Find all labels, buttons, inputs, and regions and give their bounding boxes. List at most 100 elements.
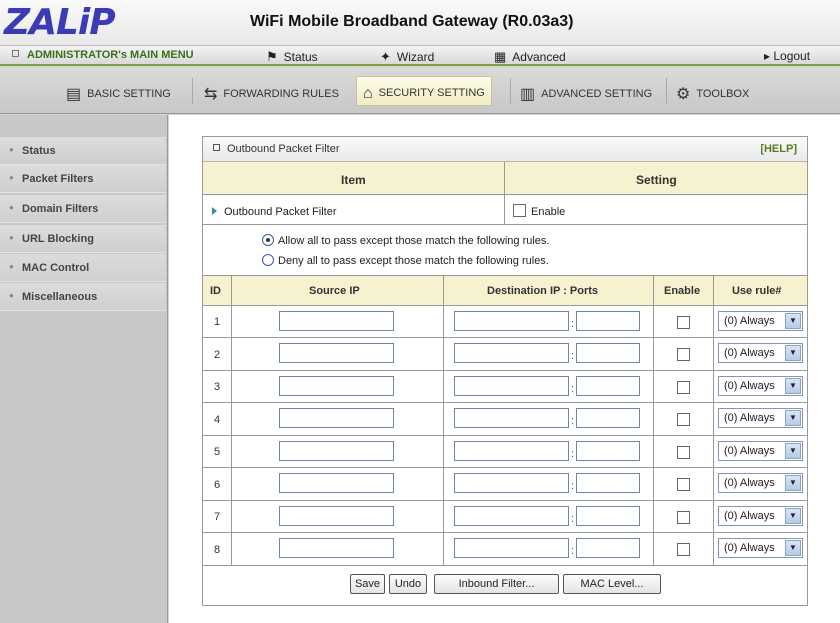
rule-enable-checkbox[interactable] (677, 511, 690, 524)
grid-line (504, 162, 505, 224)
use-rule-select[interactable]: (0) Always ▼ (718, 441, 803, 461)
colon-separator: : (571, 448, 575, 460)
use-rule-value: (0) Always (724, 347, 775, 359)
use-rule-value: (0) Always (724, 510, 775, 522)
sidebar-item-label: MAC Control (22, 262, 90, 274)
source-ip-input[interactable] (279, 311, 394, 331)
help-link[interactable]: [HELP] (760, 143, 797, 155)
chevron-down-icon: ▼ (785, 313, 801, 329)
rule-enable-checkbox[interactable] (677, 381, 690, 394)
grid-line (203, 467, 807, 468)
tab-toolbox[interactable]: ⚙ TOOLBOX (676, 76, 749, 106)
source-ip-input[interactable] (279, 376, 394, 396)
bullet-icon: ● (9, 233, 14, 242)
source-ip-input[interactable] (279, 343, 394, 363)
chevron-down-icon: ▼ (785, 508, 801, 524)
destination-ip-input[interactable] (454, 376, 569, 396)
tab-label: FORWARDING RULES (223, 88, 339, 100)
source-ip-input[interactable] (279, 408, 394, 428)
deny-radio[interactable] (262, 254, 274, 266)
source-ip-input[interactable] (279, 538, 394, 558)
tab-security-setting[interactable]: ⌂ SECURITY SETTING (356, 76, 492, 106)
row-id: 6 (214, 479, 221, 491)
use-rule-value: (0) Always (724, 315, 775, 327)
tab-divider (192, 78, 193, 104)
sidebar-item-miscellaneous[interactable]: ● Miscellaneous (0, 283, 166, 311)
ports-input[interactable] (576, 376, 640, 396)
admin-menu-label: ADMINISTRATOR's MAIN MENU (27, 49, 194, 61)
use-rule-select[interactable]: (0) Always ▼ (718, 408, 803, 428)
square-icon (213, 144, 220, 151)
ports-input[interactable] (576, 441, 640, 461)
sidebar-item-status[interactable]: ● Status (0, 137, 166, 165)
sidebar-item-domain-filters[interactable]: ● Domain Filters (0, 195, 166, 223)
tab-label: SECURITY SETTING (378, 87, 485, 99)
rule-enable-checkbox[interactable] (677, 348, 690, 361)
triangle-right-icon (212, 207, 217, 215)
tab-forwarding-rules[interactable]: ⇆ FORWARDING RULES (204, 76, 339, 106)
ports-input[interactable] (576, 311, 640, 331)
source-ip-input[interactable] (279, 473, 394, 493)
sidebar-item-mac-control[interactable]: ● MAC Control (0, 254, 166, 282)
ports-input[interactable] (576, 408, 640, 428)
ports-input[interactable] (576, 506, 640, 526)
app-title: WiFi Mobile Broadband Gateway (R0.03a3) (250, 13, 574, 30)
destination-ip-input[interactable] (454, 506, 569, 526)
sidebar-item-label: Status (22, 145, 56, 157)
save-button[interactable]: Save (350, 574, 385, 594)
ports-input[interactable] (576, 343, 640, 363)
colon-separator: : (571, 415, 575, 427)
source-ip-input[interactable] (279, 506, 394, 526)
grid-line (203, 224, 807, 225)
chevron-down-icon: ▼ (785, 345, 801, 361)
use-rule-select[interactable]: (0) Always ▼ (718, 506, 803, 526)
admin-main-menu[interactable]: ADMINISTRATOR's MAIN MENU (12, 49, 194, 61)
rule-enable-checkbox[interactable] (677, 478, 690, 491)
use-rule-select[interactable]: (0) Always ▼ (718, 538, 803, 558)
use-rule-select[interactable]: (0) Always ▼ (718, 311, 803, 331)
rule-enable-checkbox[interactable] (677, 316, 690, 329)
row-id: 4 (214, 414, 221, 426)
rule-enable-checkbox[interactable] (677, 413, 690, 426)
ports-input[interactable] (576, 473, 640, 493)
destination-ip-input[interactable] (454, 311, 569, 331)
menu-status-label: Status (283, 50, 318, 64)
tab-label: ADVANCED SETTING (541, 88, 653, 100)
mac-level-button[interactable]: MAC Level... (563, 574, 661, 594)
grid-line (443, 275, 444, 565)
panel-title: Outbound Packet Filter (213, 143, 340, 155)
menu-advanced[interactable]: ▦ Advanced (494, 49, 566, 65)
tab-label: TOOLBOX (696, 88, 750, 100)
col-id-header: ID (210, 285, 221, 297)
rule-enable-checkbox[interactable] (677, 446, 690, 459)
col-use-rule-header: Use rule# (732, 285, 782, 297)
allow-radio[interactable] (262, 234, 274, 246)
menu-logout[interactable]: ▸ Logout (764, 49, 810, 63)
undo-button[interactable]: Undo (389, 574, 427, 594)
sidebar-item-packet-filters[interactable]: ● Packet Filters (0, 165, 166, 193)
tab-basic-setting[interactable]: ▤ BASIC SETTING (66, 76, 171, 106)
use-rule-select[interactable]: (0) Always ▼ (718, 473, 803, 493)
inbound-filter-button[interactable]: Inbound Filter... (434, 574, 559, 594)
col-source-ip-header: Source IP (309, 285, 360, 297)
use-rule-select[interactable]: (0) Always ▼ (718, 376, 803, 396)
use-rule-select[interactable]: (0) Always ▼ (718, 343, 803, 363)
tab-advanced-setting[interactable]: ▥ ADVANCED SETTING (520, 76, 652, 106)
rule-enable-checkbox[interactable] (677, 543, 690, 556)
destination-ip-input[interactable] (454, 343, 569, 363)
panel-title-text: Outbound Packet Filter (227, 143, 340, 155)
destination-ip-input[interactable] (454, 538, 569, 558)
chevron-down-icon: ▼ (785, 378, 801, 394)
outbound-filter-enable-checkbox[interactable] (513, 204, 526, 217)
item-setting-header: Item Setting (203, 162, 807, 195)
menu-wizard[interactable]: ✦ Wizard (380, 49, 434, 65)
destination-ip-input[interactable] (454, 408, 569, 428)
sidebar-item-label: Miscellaneous (22, 291, 98, 303)
destination-ip-input[interactable] (454, 441, 569, 461)
destination-ip-input[interactable] (454, 473, 569, 493)
menu-status[interactable]: ⚑ Status (266, 49, 318, 65)
sidebar-item-url-blocking[interactable]: ● URL Blocking (0, 225, 166, 253)
source-ip-input[interactable] (279, 441, 394, 461)
use-rule-value: (0) Always (724, 412, 775, 424)
ports-input[interactable] (576, 538, 640, 558)
